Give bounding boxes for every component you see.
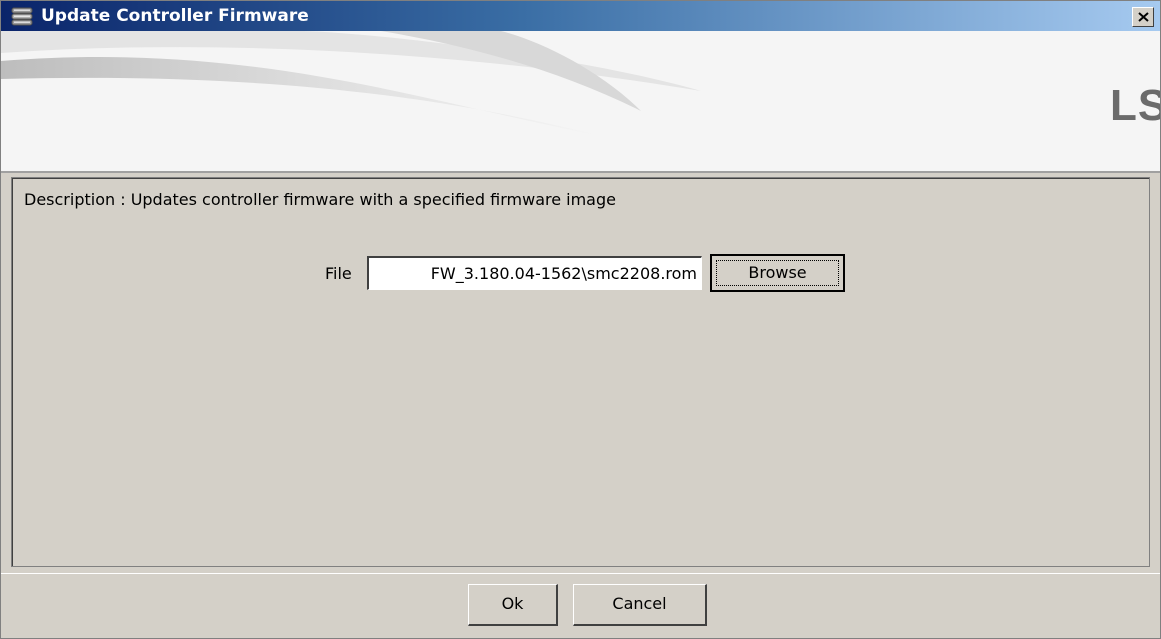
update-firmware-dialog: Update Controller Firmware LSI bbox=[0, 0, 1161, 639]
logo-text: LSI bbox=[1110, 81, 1160, 130]
file-label: File bbox=[325, 264, 352, 283]
browse-button-label: Browse bbox=[748, 263, 807, 282]
title-bar[interactable]: Update Controller Firmware bbox=[1, 1, 1160, 31]
cancel-button[interactable]: Cancel bbox=[573, 584, 707, 626]
file-row: File Browse bbox=[12, 254, 1149, 294]
header-banner: LSI ™ bbox=[1, 31, 1160, 173]
banner-swoosh bbox=[1, 31, 1160, 171]
description-text: Description : Updates controller firmwar… bbox=[24, 190, 616, 209]
file-path-input[interactable] bbox=[367, 256, 702, 290]
browse-button[interactable]: Browse bbox=[710, 254, 845, 292]
cancel-button-label: Cancel bbox=[612, 594, 667, 613]
ok-button-label: Ok bbox=[501, 594, 524, 613]
window-title: Update Controller Firmware bbox=[41, 6, 309, 26]
close-button[interactable] bbox=[1132, 7, 1154, 27]
ok-button[interactable]: Ok bbox=[468, 584, 558, 626]
database-icon bbox=[11, 7, 33, 27]
close-icon bbox=[1138, 12, 1149, 22]
dialog-footer: Ok Cancel bbox=[1, 573, 1160, 638]
content-panel: Description : Updates controller firmwar… bbox=[11, 177, 1150, 567]
